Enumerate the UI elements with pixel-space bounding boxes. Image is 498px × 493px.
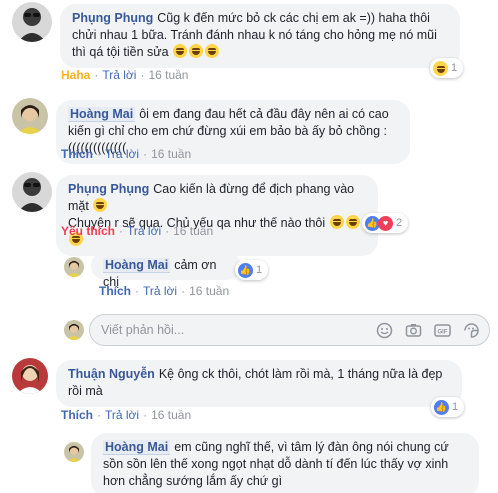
reaction-count-pill[interactable]: 👍 ♥ 2 xyxy=(362,213,409,233)
comment-author[interactable]: Hoàng Mai xyxy=(103,440,171,455)
like-button[interactable]: Thích xyxy=(61,147,93,161)
reaction-count-pill[interactable]: 👍 1 xyxy=(235,260,269,280)
avatar-thuan-nguyen[interactable] xyxy=(12,358,48,394)
comment-author[interactable]: Hoàng Mai xyxy=(103,258,171,273)
gif-icon[interactable]: GIF xyxy=(434,322,451,339)
like-button[interactable]: Thích xyxy=(61,408,93,422)
timestamp[interactable]: 16 tuần xyxy=(189,284,229,298)
comment-actions: Thích · Trả lời · 16 tuần xyxy=(61,408,192,422)
avatar-phung-phung[interactable] xyxy=(12,2,52,42)
like-button[interactable]: Thích xyxy=(99,284,131,298)
love-reaction-button[interactable]: Yêu thích xyxy=(61,224,115,238)
reply-button[interactable]: Trả lời xyxy=(105,147,139,161)
like-icon: 👍 xyxy=(238,262,253,278)
timestamp[interactable]: 16 tuần xyxy=(148,68,188,82)
emoji-icon[interactable] xyxy=(376,322,393,339)
reply-button[interactable]: Trả lời xyxy=(105,408,139,422)
haha-icon xyxy=(433,60,448,76)
timestamp[interactable]: 16 tuần xyxy=(151,408,191,422)
love-icon: ♥ xyxy=(378,215,393,231)
comment-bubble: Phụng Phụng Cao kiến là đừng để địch phan… xyxy=(56,175,378,256)
reply-bubble: Hoàng Mai cảm ơn chị xyxy=(91,252,241,289)
comment-author[interactable]: Thuận Nguyễn xyxy=(68,367,155,381)
comment-bubble: Phụng Phụng Cũg k đến mức bỏ ck các chị e… xyxy=(60,4,460,68)
avatar-current-user xyxy=(64,320,84,340)
sticker-icon[interactable] xyxy=(463,322,480,339)
comment-author[interactable]: Phụng Phụng xyxy=(72,11,153,25)
comment-actions: Yêu thích · Trả lời · 16 tuần xyxy=(61,224,214,238)
like-icon: 👍 xyxy=(434,399,449,415)
reply-button[interactable]: Trả lời xyxy=(102,68,136,82)
reaction-button[interactable]: Haha xyxy=(61,68,90,82)
reply-bubble: Hoàng Mai em cũng nghĩ thế, vì tâm lý đàn… xyxy=(91,433,479,493)
reply-button[interactable]: Trả lời xyxy=(127,224,161,238)
comment-author[interactable]: Hoàng Mai xyxy=(68,107,136,122)
comment-actions: Thích · Trả lời · 16 tuần xyxy=(99,284,230,298)
avatar-phung-phung[interactable] xyxy=(12,172,52,212)
comment-actions: Thích · Trả lời · 16 tuần xyxy=(61,147,192,161)
comment-actions: Haha · Trả lời · 16 tuần xyxy=(61,68,189,82)
comment-bubble: Thuận Nguyễn Kệ ông ck thôi, chót làm rồi… xyxy=(56,360,462,407)
laughing-emoji-icon xyxy=(92,198,108,213)
laughing-emoji-icon xyxy=(172,44,220,59)
timestamp[interactable]: 16 tuần xyxy=(173,224,213,238)
reply-input[interactable]: Viết phản hồi... GIF xyxy=(89,314,490,346)
reaction-count-pill[interactable]: 👍 1 xyxy=(431,397,465,417)
comment-author[interactable]: Phụng Phụng xyxy=(68,182,149,196)
svg-text:GIF: GIF xyxy=(438,330,448,336)
reply-placeholder: Viết phản hồi... xyxy=(101,323,185,337)
reply-button[interactable]: Trả lời xyxy=(143,284,177,298)
avatar-hoang-mai[interactable] xyxy=(12,98,48,134)
avatar-hoang-mai[interactable] xyxy=(64,257,84,277)
timestamp[interactable]: 16 tuần xyxy=(151,147,191,161)
reaction-count-pill[interactable]: 1 xyxy=(430,58,464,78)
camera-icon[interactable] xyxy=(405,322,422,339)
avatar-hoang-mai[interactable] xyxy=(64,442,84,462)
